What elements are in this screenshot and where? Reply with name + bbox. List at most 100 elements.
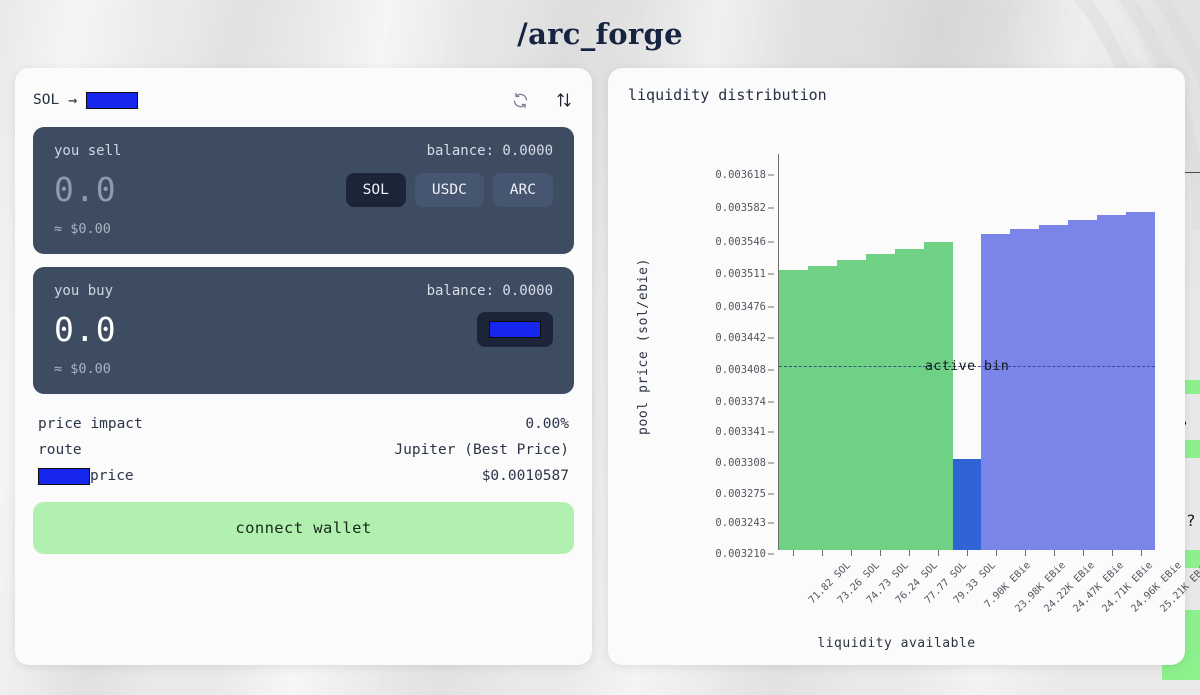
- sell-balance: balance: 0.0000: [427, 143, 553, 159]
- swap-vertical-icon[interactable]: [554, 90, 574, 110]
- y-tick-label: 0.003408: [715, 364, 766, 376]
- buy-amount-row: 0.0: [54, 306, 553, 353]
- arrow-right-icon: →: [68, 91, 77, 109]
- sell-token-selector: SOL USDC ARC: [346, 173, 553, 207]
- sell-box: you sell balance: 0.0000 0.0 SOL USDC AR…: [33, 127, 574, 254]
- y-tick-label: 0.003243: [715, 517, 766, 529]
- pair-actions: [510, 90, 574, 110]
- page-title: /arc_forge: [0, 0, 1200, 51]
- token-button-sol[interactable]: SOL: [346, 173, 406, 207]
- refresh-icon[interactable]: [510, 90, 530, 110]
- x-tick-mark: [996, 550, 997, 556]
- main-columns: SOL →: [0, 51, 1200, 665]
- buy-label: you buy: [54, 283, 113, 299]
- y-tick-label: 0.003618: [715, 169, 766, 181]
- bar-1[interactable]: [808, 154, 837, 550]
- detail-row-price: price $0.0010587: [38, 463, 569, 489]
- buy-header: you buy balance: 0.0000: [54, 283, 553, 299]
- token-button-usdc[interactable]: USDC: [415, 173, 484, 207]
- detail-label-price-impact: price impact: [38, 416, 143, 432]
- y-tick-mark: [768, 369, 774, 370]
- active-bin-label: active bin: [925, 358, 1009, 374]
- token-button-arc[interactable]: ARC: [493, 173, 553, 207]
- x-axis-label: liquidity available: [628, 636, 1165, 651]
- x-axis-ticks: 71.82 SOL73.26 SOL74.73 SOL76.24 SOL77.7…: [779, 550, 1155, 558]
- bar-3[interactable]: [866, 154, 895, 550]
- swap-details: price impact 0.00% route Jupiter (Best P…: [33, 407, 574, 489]
- sell-amount-input[interactable]: 0.0: [54, 170, 117, 209]
- connect-wallet-button[interactable]: connect wallet: [33, 502, 574, 554]
- plot-wrapper: pool price (sol/ebie) 0.003618 0.003582 0.…: [628, 108, 1165, 663]
- bar-10[interactable]: [1068, 154, 1097, 550]
- y-tick-mark: [768, 554, 774, 555]
- y-tick-mark: [768, 523, 774, 524]
- sell-label: you sell: [54, 143, 121, 159]
- buy-box: you buy balance: 0.0000 0.0 ≈ $0.00: [33, 267, 574, 394]
- x-tick-mark: [851, 550, 852, 556]
- y-tick-mark: [768, 306, 774, 307]
- y-tick-label: 0.003374: [715, 396, 766, 408]
- y-tick-label: 0.003308: [715, 457, 766, 469]
- y-tick-label: 0.003582: [715, 202, 766, 214]
- liquidity-chart-panel: liquidity distribution pool price (sol/e…: [608, 68, 1185, 665]
- buy-usd-value: ≈ $0.00: [54, 361, 553, 377]
- x-tick-mark: [822, 550, 823, 556]
- x-tick-mark: [880, 550, 881, 556]
- buy-token-button[interactable]: [477, 312, 553, 347]
- y-tick-mark: [768, 208, 774, 209]
- y-tick-label: 0.003442: [715, 332, 766, 344]
- bar-12[interactable]: [1126, 154, 1155, 550]
- detail-price-token-glyph: [38, 468, 90, 485]
- bar-6[interactable]: [953, 154, 982, 550]
- x-tick-mark: [793, 550, 794, 556]
- y-tick-mark: [768, 493, 774, 494]
- detail-row-price-impact: price impact 0.00%: [38, 411, 569, 437]
- chart-title: liquidity distribution: [628, 86, 1165, 104]
- pair-header: SOL →: [33, 85, 574, 115]
- y-tick-mark: [768, 274, 774, 275]
- pair-from-token: SOL: [33, 92, 59, 108]
- bar-4[interactable]: [895, 154, 924, 550]
- bar-series: [779, 154, 1155, 550]
- bar-8[interactable]: [1010, 154, 1039, 550]
- y-tick-label: 0.003476: [715, 301, 766, 313]
- pair-display: SOL →: [33, 91, 138, 109]
- x-tick-mark: [1112, 550, 1113, 556]
- bar-5[interactable]: [924, 154, 953, 550]
- pair-to-token-glyph: [86, 92, 138, 109]
- y-tick-label: 0.003210: [715, 548, 766, 560]
- x-tick-mark: [1054, 550, 1055, 556]
- y-tick-mark: [768, 174, 774, 175]
- buy-token-selector: [477, 312, 553, 347]
- y-tick-label: 0.003546: [715, 236, 766, 248]
- buy-balance: balance: 0.0000: [427, 283, 553, 299]
- x-tick-mark: [909, 550, 910, 556]
- detail-row-route: route Jupiter (Best Price): [38, 437, 569, 463]
- sell-amount-row: 0.0 SOL USDC ARC: [54, 166, 553, 213]
- y-tick-mark: [768, 338, 774, 339]
- bar-2[interactable]: [837, 154, 866, 550]
- plot-area: active bin: [779, 154, 1155, 550]
- detail-value-price: $0.0010587: [482, 468, 569, 484]
- y-axis-label: pool price (sol/ebie): [636, 258, 651, 435]
- bar-11[interactable]: [1097, 154, 1126, 550]
- bar-0[interactable]: [779, 154, 808, 550]
- x-tick-mark: [967, 550, 968, 556]
- y-tick-label: 0.003275: [715, 488, 766, 500]
- detail-value-price-impact: 0.00%: [525, 416, 569, 432]
- bar-9[interactable]: [1039, 154, 1068, 550]
- y-axis-ticks: 0.0036180.0035820.0035460.0035110.003476…: [700, 156, 772, 548]
- x-tick-mark: [938, 550, 939, 556]
- detail-label-price: price: [90, 468, 134, 484]
- buy-amount-input[interactable]: 0.0: [54, 310, 117, 349]
- buy-token-glyph: [489, 321, 541, 338]
- sell-header: you sell balance: 0.0000: [54, 143, 553, 159]
- x-tick-mark: [1083, 550, 1084, 556]
- y-tick-label: 0.003341: [715, 426, 766, 438]
- detail-label-route: route: [38, 442, 82, 458]
- bar-7[interactable]: [981, 154, 1010, 550]
- detail-label-price-wrap: price: [38, 468, 134, 485]
- detail-value-route: Jupiter (Best Price): [394, 442, 569, 458]
- sell-usd-value: ≈ $0.00: [54, 221, 553, 237]
- y-tick-mark: [768, 241, 774, 242]
